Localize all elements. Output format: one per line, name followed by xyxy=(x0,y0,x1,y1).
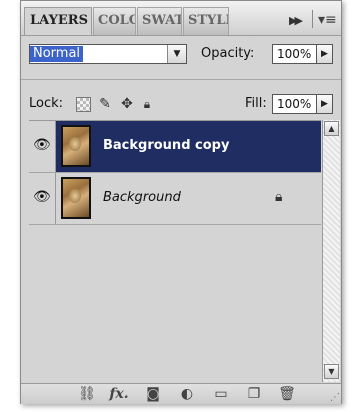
tab-swatches[interactable]: SWAT xyxy=(137,7,182,35)
tab-bar-divider xyxy=(312,10,313,28)
link-layers-icon[interactable]: ⛓ xyxy=(76,385,98,403)
lock-transparent-pixels-icon[interactable] xyxy=(76,97,91,112)
opacity-slider-arrow-icon[interactable]: ▶ xyxy=(317,44,333,64)
add-mask-icon[interactable]: ◙ xyxy=(142,385,164,403)
tab-styles[interactable]: STYLE xyxy=(183,7,229,35)
vertical-scrollbar[interactable]: ▲ ▼ xyxy=(322,120,340,382)
panel-footer: ⛓ fx. ◙ ◐ ▭ ❐ 🗑︎ ⋰ xyxy=(21,383,341,404)
lock-label: Lock: xyxy=(29,96,64,111)
tab-layers[interactable]: LAYERS xyxy=(24,7,92,35)
resize-grip-icon[interactable]: ⋰ xyxy=(330,393,340,403)
layer-row[interactable]: 👁︎ Background 🔒︎ xyxy=(29,173,321,225)
fill-field[interactable]: 100% xyxy=(272,94,317,114)
fill-label: Fill: xyxy=(245,96,267,111)
layer-thumbnail xyxy=(61,125,91,167)
divider xyxy=(21,79,341,80)
layer-thumbnail xyxy=(61,177,91,219)
new-group-icon[interactable]: ▭ xyxy=(210,385,232,403)
new-layer-icon[interactable]: ❐ xyxy=(243,385,265,403)
blend-mode-dropdown[interactable]: Normal ▼ xyxy=(29,44,187,64)
opacity-field[interactable]: 100% xyxy=(272,44,317,64)
lock-image-pixels-icon[interactable]: ✎ xyxy=(97,96,113,112)
panel-tab-bar: LAYERS COLO SWAT STYLE ▶▶ ▾≡ xyxy=(21,1,341,36)
blend-mode-value: Normal xyxy=(30,46,84,62)
fill-slider-arrow-icon[interactable]: ▶ xyxy=(317,94,333,114)
eye-icon: 👁︎ xyxy=(33,137,51,153)
visibility-toggle[interactable]: 👁︎ xyxy=(29,173,56,224)
opacity-label: Opacity: xyxy=(201,46,255,61)
layer-style-fx-icon[interactable]: fx. xyxy=(108,385,130,403)
lock-position-icon[interactable]: ✥ xyxy=(119,96,135,112)
layer-name[interactable]: Background copy xyxy=(103,138,229,153)
tab-color[interactable]: COLO xyxy=(93,7,136,35)
double-chevron-right-icon[interactable]: ▶▶ xyxy=(289,14,303,27)
adjustment-layer-icon[interactable]: ◐ xyxy=(176,385,198,403)
padlock-icon: 🔒︎ xyxy=(275,189,283,205)
scroll-up-icon[interactable]: ▲ xyxy=(324,121,339,136)
eye-icon: 👁︎ xyxy=(33,189,51,205)
lock-all-icon[interactable]: 🔒︎ xyxy=(139,96,155,112)
layer-row[interactable]: 👁︎ Background copy xyxy=(29,121,321,173)
layers-panel: LAYERS COLO SWAT STYLE ▶▶ ▾≡ Normal ▼ Op… xyxy=(20,0,342,404)
visibility-toggle[interactable]: 👁︎ xyxy=(29,121,56,172)
delete-layer-icon[interactable]: 🗑︎ xyxy=(276,385,298,403)
layer-name[interactable]: Background xyxy=(103,190,181,205)
layers-list: 👁︎ Background copy 👁︎ Background 🔒︎ xyxy=(29,120,321,383)
panel-menu-icon[interactable]: ▾≡ xyxy=(318,12,337,28)
scroll-down-icon[interactable]: ▼ xyxy=(324,364,339,379)
chevron-down-icon[interactable]: ▼ xyxy=(167,45,186,63)
